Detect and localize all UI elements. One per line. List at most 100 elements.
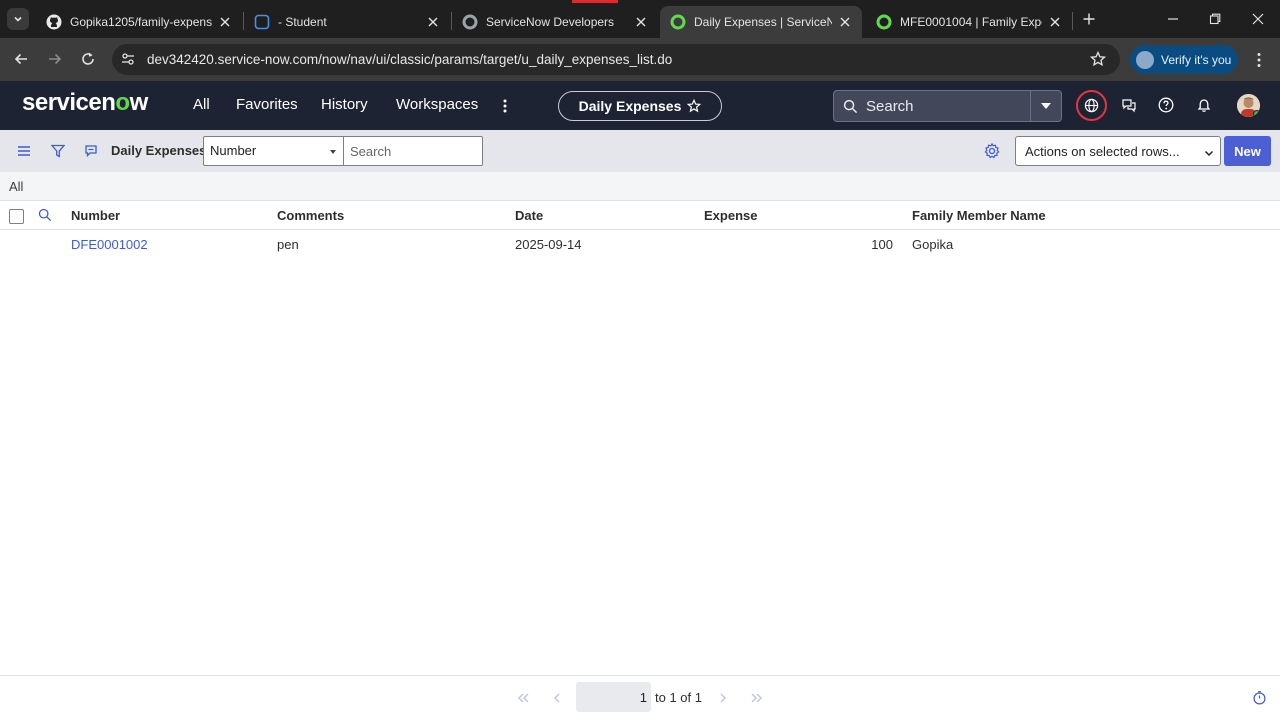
logo-text: servicenow — [22, 89, 148, 116]
browser-tab-2[interactable]: - Student — [244, 6, 450, 38]
bookmark-star-icon[interactable] — [1089, 50, 1107, 67]
breadcrumb-all[interactable]: All — [9, 179, 23, 194]
browser-tab-5[interactable]: MFE0001004 | Family Expen — [866, 6, 1072, 38]
first-page-icon[interactable] — [516, 691, 530, 705]
chevron-down-icon — [1204, 146, 1214, 157]
table-header: Number Comments Date Expense Family Memb… — [0, 200, 1280, 230]
address-bar[interactable]: dev342420.service-now.com/now/nav/ui/cla… — [112, 44, 1120, 75]
chat-icon[interactable] — [1118, 94, 1140, 116]
verify-profile-button[interactable]: Verify it's you — [1130, 45, 1238, 74]
select-all-checkbox[interactable] — [9, 209, 24, 224]
global-search-placeholder: Search — [866, 98, 914, 115]
language-globe-button[interactable] — [1076, 90, 1107, 121]
global-search[interactable]: Search — [833, 90, 1062, 122]
tab-title: ServiceNow Developers — [486, 15, 615, 29]
breadcrumb: All — [0, 172, 1280, 200]
tab-separator — [1072, 12, 1073, 30]
tab-title: Daily Expenses | ServiceNow — [694, 15, 832, 29]
list-toolbar: Daily Expenses Number Search Actions on … — [0, 130, 1280, 172]
close-tab-icon[interactable] — [218, 15, 232, 29]
cell-expense[interactable]: 100 — [793, 237, 893, 252]
list-search-input[interactable]: Search — [343, 136, 483, 166]
nav-favorites[interactable]: Favorites — [236, 96, 298, 113]
minimize-icon[interactable] — [1158, 6, 1188, 32]
user-avatar[interactable] — [1237, 94, 1260, 117]
page-number-input[interactable]: 1 — [576, 682, 651, 712]
browser-tab-3[interactable]: ServiceNow Developers — [452, 6, 658, 38]
column-header-expense[interactable]: Expense — [704, 208, 757, 223]
help-icon[interactable] — [1155, 94, 1177, 116]
column-header-date[interactable]: Date — [515, 208, 543, 223]
cell-date[interactable]: 2025-09-14 — [515, 237, 582, 252]
tab-search-chevron-icon[interactable] — [7, 8, 29, 30]
new-button[interactable]: New — [1224, 136, 1271, 166]
cell-comments[interactable]: pen — [277, 237, 299, 252]
close-tab-icon[interactable] — [838, 15, 852, 29]
column-search-icon[interactable] — [38, 208, 52, 222]
close-tab-icon[interactable] — [634, 15, 648, 29]
record-number-link[interactable]: DFE0001002 — [71, 237, 148, 252]
actions-label: Actions on selected rows... — [1025, 144, 1180, 159]
last-page-icon[interactable] — [750, 691, 764, 705]
close-tab-icon[interactable] — [426, 15, 440, 29]
browser-tab-1[interactable]: Gopika1205/family-expense — [36, 6, 242, 38]
tab-title: - Student — [278, 15, 327, 29]
notifications-bell-icon[interactable] — [1193, 94, 1215, 116]
globe-icon — [1084, 98, 1099, 113]
search-icon — [843, 99, 858, 114]
previous-page-icon[interactable] — [550, 691, 564, 705]
list-settings-gear-icon[interactable] — [983, 142, 1001, 160]
more-menu-icon[interactable] — [500, 97, 510, 115]
verify-label: Verify it's you — [1161, 52, 1232, 67]
context-title: Daily Expenses — [578, 98, 682, 114]
site-info-icon[interactable] — [120, 51, 136, 67]
next-page-icon[interactable] — [716, 691, 730, 705]
reload-icon[interactable] — [78, 49, 98, 69]
browser-tab-strip: Gopika1205/family-expense - Student Serv… — [0, 0, 1280, 38]
close-window-icon[interactable] — [1243, 6, 1273, 32]
dropdown-caret-icon — [330, 150, 336, 154]
favorite-star-icon[interactable] — [687, 98, 702, 113]
table-row: DFE0001002 pen 2025-09-14 100 Gopika — [0, 230, 1280, 259]
student-tab-icon — [254, 14, 270, 30]
servicenow-header: servicenow All Favorites History Workspa… — [0, 81, 1280, 130]
forward-icon[interactable] — [45, 49, 65, 69]
nav-workspaces[interactable]: Workspaces — [396, 96, 478, 113]
pagination-footer: 1 to 1 of 1 — [0, 675, 1280, 719]
list-title[interactable]: Daily Expenses — [111, 143, 206, 158]
cell-family-member-name[interactable]: Gopika — [912, 237, 953, 252]
url-text: dev342420.service-now.com/now/nav/ui/cla… — [147, 52, 673, 67]
list-search-placeholder: Search — [350, 144, 392, 159]
pagination-summary: to 1 of 1 — [655, 690, 702, 705]
servicenow-icon — [462, 14, 478, 30]
column-header-comments[interactable]: Comments — [277, 208, 344, 223]
new-tab-icon[interactable] — [1074, 6, 1104, 32]
servicenow-icon — [670, 14, 686, 30]
tab-title: MFE0001004 | Family Expen — [900, 15, 1042, 29]
list-context-menu-icon[interactable] — [15, 142, 33, 160]
column-header-number[interactable]: Number — [71, 208, 120, 223]
back-icon[interactable] — [11, 49, 31, 69]
tab-indicator — [572, 0, 618, 3]
search-scope-dropdown-icon[interactable] — [1030, 91, 1061, 121]
github-icon — [46, 14, 62, 30]
search-field-select[interactable]: Number — [203, 136, 344, 166]
column-header-family-member-name[interactable]: Family Member Name — [912, 208, 1046, 223]
servicenow-logo[interactable]: servicenow — [22, 89, 148, 117]
nav-history[interactable]: History — [321, 96, 368, 113]
search-field-value: Number — [210, 143, 257, 158]
context-title-pill[interactable]: Daily Expenses — [558, 91, 722, 121]
restore-icon[interactable] — [1200, 6, 1230, 32]
nav-all[interactable]: All — [193, 96, 210, 113]
close-tab-icon[interactable] — [1048, 15, 1062, 29]
filter-icon[interactable] — [49, 142, 67, 160]
profile-avatar-icon — [1136, 50, 1154, 69]
presence-online-indicator — [1253, 110, 1260, 117]
tab-title: Gopika1205/family-expense — [70, 15, 212, 29]
actions-on-selected-rows-select[interactable]: Actions on selected rows... — [1015, 136, 1221, 166]
response-time-icon[interactable] — [1252, 690, 1267, 705]
browser-toolbar: dev342420.service-now.com/now/nav/ui/cla… — [0, 38, 1280, 81]
browser-tab-4-active[interactable]: Daily Expenses | ServiceNow — [660, 6, 862, 38]
list-title-menu-icon[interactable] — [82, 142, 100, 160]
browser-menu-icon[interactable] — [1250, 50, 1268, 70]
